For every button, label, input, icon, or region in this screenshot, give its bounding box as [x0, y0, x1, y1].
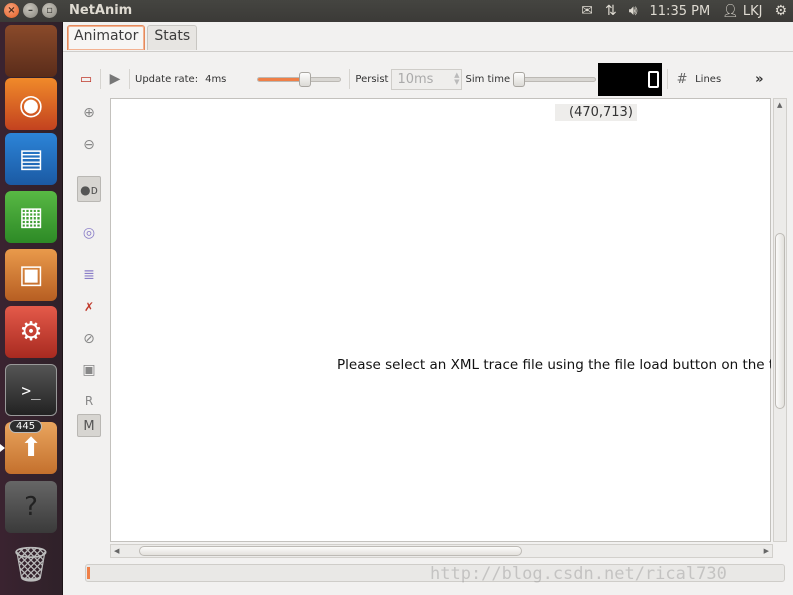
scroll-up-icon[interactable]: ▲: [777, 101, 782, 109]
zoom-out-icon[interactable]: ⊖: [77, 132, 101, 158]
update-rate-value: 4ms: [205, 73, 227, 85]
network-icon[interactable]: ⇅: [605, 3, 617, 19]
lcd-digit: [648, 70, 660, 88]
impress-icon[interactable]: ▣: [5, 249, 57, 301]
help-icon[interactable]: ?: [5, 481, 57, 533]
update-rate-slider-fill: [258, 77, 305, 81]
minimize-icon[interactable]: –: [23, 3, 38, 18]
volume-icon[interactable]: 🔊︎: [629, 3, 638, 19]
sim-time-slider[interactable]: [513, 71, 597, 87]
update-count-badge: 445: [9, 420, 43, 433]
progress-fill: [87, 567, 90, 579]
toolbar-separator: [667, 69, 669, 89]
user-menu[interactable]: 👤︎ LKJ: [722, 4, 762, 19]
link-disable-icon[interactable]: ✗: [77, 294, 101, 320]
close-icon[interactable]: ×: [4, 3, 19, 18]
terminal-icon[interactable]: >_: [5, 364, 57, 416]
launcher: ◉ ▤ ▦ ▣ ⚙ >_ ⬆ 445 ? 🗑︎: [0, 22, 63, 595]
vertical-scroll-thumb[interactable]: [775, 233, 785, 409]
grid-lines-icon[interactable]: #: [673, 72, 691, 87]
watermark: http://blog.csdn.net/rical730: [430, 564, 727, 584]
app-title: NetAnim: [69, 3, 133, 18]
tab-stats[interactable]: Stats: [147, 25, 198, 50]
top-panel: × – ▫ NetAnim ✉ ⇅ 🔊︎ 11:35 PM 👤︎ LKJ ⚙: [0, 0, 793, 22]
user-icon: 👤︎: [722, 3, 739, 19]
user-name: LKJ: [742, 3, 763, 19]
tab-animator[interactable]: Animator: [67, 25, 146, 50]
play-icon[interactable]: ▶: [106, 71, 124, 87]
sim-time-display: [598, 62, 663, 96]
clock[interactable]: 11:35 PM: [650, 4, 711, 19]
update-rate-label: Update rate:: [135, 73, 199, 85]
toolbar-separator: [100, 69, 101, 89]
sim-time-slider-handle[interactable]: [513, 71, 526, 87]
stop-icon[interactable]: ⊘: [77, 326, 101, 352]
toolbar-separator: [129, 69, 130, 89]
mail-icon[interactable]: ✉: [581, 3, 593, 19]
scroll-right-icon[interactable]: ▶: [764, 547, 769, 555]
spin-arrows-icon[interactable]: ▲ ▼: [454, 71, 459, 86]
maximize-icon[interactable]: ▫: [42, 3, 57, 18]
trash-icon[interactable]: 🗑︎: [5, 539, 57, 591]
netanim-window: Animator Stats ▭ ▶ Update rate: 4ms Pers…: [63, 22, 793, 595]
tab-divider: [63, 51, 793, 52]
system-tray: ✉ ⇅ 🔊︎ 11:35 PM 👤︎ LKJ ⚙: [581, 3, 787, 19]
horizontal-scroll-thumb[interactable]: [139, 546, 522, 556]
firefox-icon[interactable]: ◉: [5, 78, 57, 130]
zoom-in-icon[interactable]: ⊕: [77, 100, 101, 126]
save-icon[interactable]: ▣: [77, 357, 101, 383]
animation-canvas[interactable]: (470,713) Please select an XML trace fil…: [110, 98, 771, 542]
mouse-coordinates: (470,713): [555, 104, 637, 121]
lines-label: Lines: [695, 73, 722, 85]
sim-time-label: Sim time: [465, 73, 511, 85]
file-open-icon[interactable]: ▭: [77, 72, 95, 87]
persist-value: 10ms: [397, 71, 434, 87]
reset-button[interactable]: R: [77, 388, 101, 414]
toolbar-separator: [349, 69, 351, 89]
running-indicator: [0, 444, 5, 452]
persist-label: Persist: [355, 73, 389, 85]
system-settings-icon[interactable]: ⚙: [5, 306, 57, 358]
mobility-toggle-button[interactable]: M: [77, 414, 101, 437]
node-id-toggle-icon[interactable]: ●ᴅ: [77, 176, 101, 202]
settings-gear-icon[interactable]: ⚙: [774, 3, 787, 19]
writer-icon[interactable]: ▤: [5, 133, 57, 185]
load-file-message: Please select an XML trace file using th…: [337, 357, 771, 373]
toolbar-overflow-button[interactable]: »: [755, 72, 763, 87]
scroll-left-icon[interactable]: ◀: [114, 547, 119, 555]
horizontal-scrollbar[interactable]: ◀ ▶: [110, 544, 773, 558]
wireless-circles-icon[interactable]: ◎: [77, 220, 101, 246]
software-updater-icon[interactable]: ⬆ 445: [5, 420, 57, 474]
calc-icon[interactable]: ▦: [5, 191, 57, 243]
update-rate-slider[interactable]: [257, 71, 342, 87]
tab-bar: Animator Stats: [67, 25, 198, 50]
files-app-icon[interactable]: [5, 25, 57, 77]
vertical-scrollbar[interactable]: ▲: [773, 98, 787, 542]
persist-spinbox[interactable]: 10ms ▲ ▼: [391, 68, 463, 90]
update-rate-slider-handle[interactable]: [298, 71, 311, 87]
window-controls: × – ▫: [4, 3, 57, 18]
animator-toolbar: ▭ ▶ Update rate: 4ms Persist 10ms ▲ ▼ Sim…: [77, 62, 789, 96]
packet-stats-icon[interactable]: ≣: [77, 262, 101, 288]
